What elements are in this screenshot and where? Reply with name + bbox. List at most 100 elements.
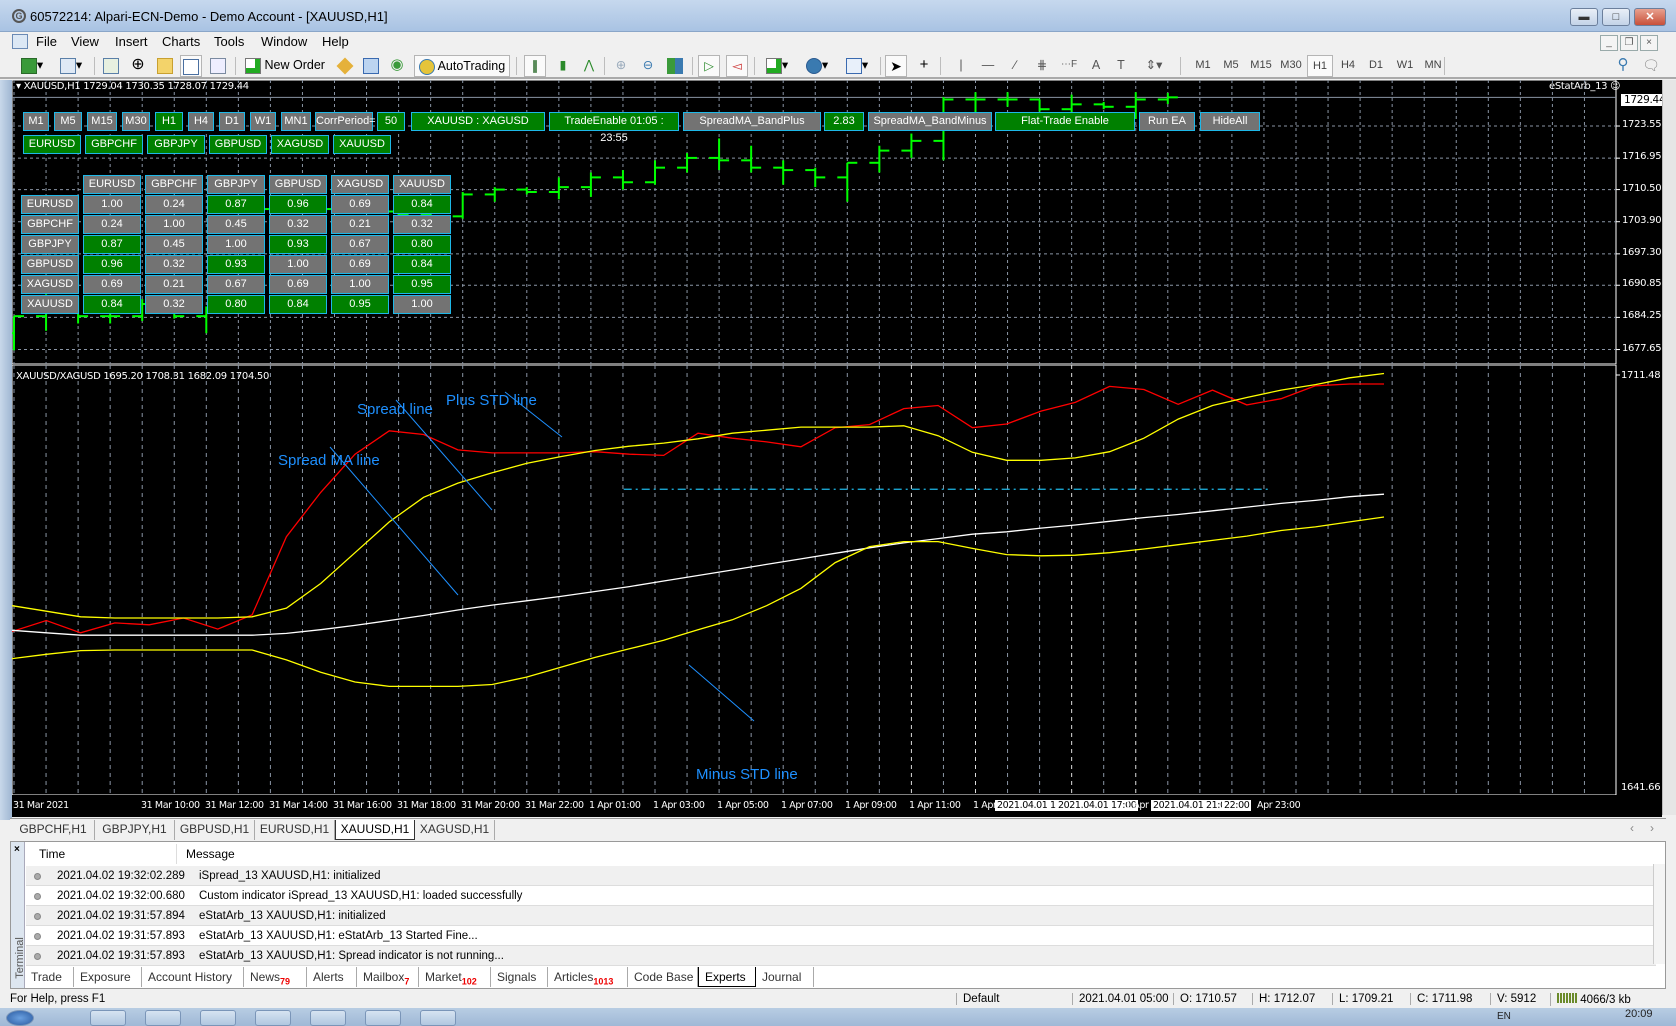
chart-tab-gbpusd-h1[interactable]: GBPUSD,H1 [175,820,255,840]
terminal-tab-code-base[interactable]: Code Base [628,967,698,987]
symbol-button-xauusd[interactable]: XAUUSD [333,135,391,154]
flat-trade-button[interactable]: Flat-Trade Enable [995,112,1135,131]
terminal-tab-market[interactable]: Market102 [419,967,491,987]
annotation-spread[interactable]: Spread line [357,401,433,418]
taskbar-app-explorer[interactable] [90,1010,126,1026]
signals-button[interactable]: ◉ [386,55,408,77]
close-terminal-icon[interactable]: × [14,844,20,855]
minimize-button[interactable]: ▬ [1570,8,1598,26]
language-indicator[interactable]: EN [1497,1011,1511,1022]
crosshair-button[interactable]: + [913,55,935,77]
indicators-button[interactable]: ▾ [760,55,794,77]
taskbar-app-skype[interactable] [200,1010,236,1026]
panel-timeframe-m1[interactable]: M1 [23,112,49,131]
close-button[interactable]: ✕ [1634,8,1666,26]
corr-period-input[interactable]: 50 [377,112,405,131]
chart-tab-gbpjpy-h1[interactable]: GBPJPY,H1 [95,820,175,840]
panel-timeframe-mn1[interactable]: MN1 [281,112,311,131]
metaeditor-button[interactable] [334,55,356,77]
terminal-tab-articles[interactable]: Articles1013 [548,967,628,987]
arrows-button[interactable]: ⇕▾ [1137,55,1171,77]
terminal-toggle-button[interactable] [180,55,202,77]
chart-window-icon[interactable] [12,34,28,49]
timeframe-m5[interactable]: M5 [1218,55,1244,77]
trendline-button[interactable]: ∕ [1004,55,1026,77]
log-row[interactable]: 2021.04.02 19:32:02.289 iSpread_13 XAUUSD… [26,866,1656,886]
run-ea-button[interactable]: Run EA [1139,112,1195,131]
taskbar-app-chrome[interactable] [255,1010,291,1026]
profiles-button[interactable]: ▾ [54,55,88,77]
start-button[interactable] [6,1010,34,1026]
new-order-button[interactable]: New Order [240,55,330,77]
symbol-button-gbpjpy[interactable]: GBPJPY [147,135,205,154]
column-time[interactable]: Time [27,844,177,864]
chart-tab-xagusd-h1[interactable]: XAGUSD,H1 [415,820,495,840]
log-row[interactable]: 2021.04.02 19:31:57.894 eStatArb_13 XAUUS… [26,906,1656,926]
horizontal-line-button[interactable]: — [977,55,999,77]
menu-charts[interactable]: Charts [162,34,200,49]
tabs-scroll-right-icon[interactable]: › [1650,821,1654,835]
log-row[interactable]: 2021.04.02 19:31:57.893 eStatArb_13 XAUUS… [26,926,1656,946]
terminal-tab-news[interactable]: News79 [244,967,307,987]
virtual-hosting-button[interactable] [360,55,382,77]
panel-timeframe-h1[interactable]: H1 [155,112,183,131]
panel-timeframe-m5[interactable]: M5 [54,112,82,131]
vertical-line-button[interactable]: | [950,55,972,77]
menu-window[interactable]: Window [261,34,307,49]
mdi-close-button[interactable]: × [1640,35,1658,51]
log-scrollbar[interactable] [1653,864,1665,964]
symbol-button-xagusd[interactable]: XAGUSD [271,135,329,154]
panel-timeframe-h4[interactable]: H4 [188,112,214,131]
system-clock[interactable]: 20:09 [1625,1008,1653,1020]
panel-timeframe-m15[interactable]: M15 [87,112,117,131]
periods-button[interactable]: ▾ [800,55,834,77]
symbol-button-gbpchf[interactable]: GBPCHF [85,135,143,154]
taskbar-app-terminal[interactable] [365,1010,401,1026]
menu-help[interactable]: Help [322,34,349,49]
text-button[interactable]: A [1085,55,1107,77]
panel-timeframe-m30[interactable]: M30 [122,112,150,131]
pair-selector-button[interactable]: XAUUSD : XAGUSD [411,112,545,131]
timeframe-m1[interactable]: M1 [1190,55,1216,77]
bar-chart-button[interactable]: ∥ [524,55,546,77]
terminal-tab-account-history[interactable]: Account History [142,967,244,987]
column-message[interactable]: Message [178,844,1654,864]
panel-timeframe-w1[interactable]: W1 [250,112,276,131]
timeframe-h4[interactable]: H4 [1335,55,1361,77]
market-watch-button[interactable] [100,55,122,77]
menu-tools[interactable]: Tools [214,34,244,49]
fibonacci-button[interactable]: ⋯F [1058,55,1080,77]
mdi-minimize-button[interactable]: _ [1600,35,1618,51]
chart-tab-gbpchf-h1[interactable]: GBPCHF,H1 [12,820,95,840]
autoscroll-button[interactable]: ▷ [698,55,720,77]
search-button[interactable]: ⚲ [1612,55,1634,77]
window-scrollbar[interactable] [1662,80,1676,815]
annotation-plus-std[interactable]: Plus STD line [446,392,537,409]
terminal-tab-experts[interactable]: Experts [698,967,756,987]
zoom-in-button[interactable]: ⊕ [610,55,632,77]
spread-indicator-window[interactable]: XAUUSD/XAGUSD 1695.20 1708.31 1682.09 17… [12,365,1662,817]
tile-windows-button[interactable] [664,55,686,77]
autotrading-button[interactable]: AutoTrading [414,55,510,77]
band-value-input[interactable]: 2.83 [824,112,864,131]
cursor-button[interactable]: ➤ [885,55,907,77]
main-price-chart[interactable]: ▾ XAUUSD,H1 1729.04 1730.35 1728.07 1729… [12,80,1669,365]
mdi-restore-button[interactable]: ❐ [1620,35,1638,51]
terminal-tab-trade[interactable]: Trade [25,967,74,987]
terminal-tab-signals[interactable]: Signals [491,967,548,987]
equidistant-channel-button[interactable]: ⋕ [1031,55,1053,77]
timeframe-mn[interactable]: MN [1420,55,1446,77]
terminal-tab-mailbox[interactable]: Mailbox7 [357,967,419,987]
tabs-scroll-left-icon[interactable]: ‹ [1630,821,1634,835]
taskbar-app-metaeditor[interactable] [310,1010,346,1026]
chart-shift-button[interactable]: ◅ [726,55,748,77]
favorites-button[interactable] [154,55,176,77]
text-label-button[interactable]: T [1110,55,1132,77]
maximize-button[interactable]: □ [1602,8,1630,26]
menu-insert[interactable]: Insert [115,34,148,49]
symbol-button-eurusd[interactable]: EURUSD [23,135,81,154]
new-chart-button[interactable]: ▾ [14,55,50,77]
terminal-tab-journal[interactable]: Journal [756,967,814,987]
taskbar-app-folder[interactable] [420,1010,456,1026]
line-chart-button[interactable]: ⋀ [578,55,600,77]
